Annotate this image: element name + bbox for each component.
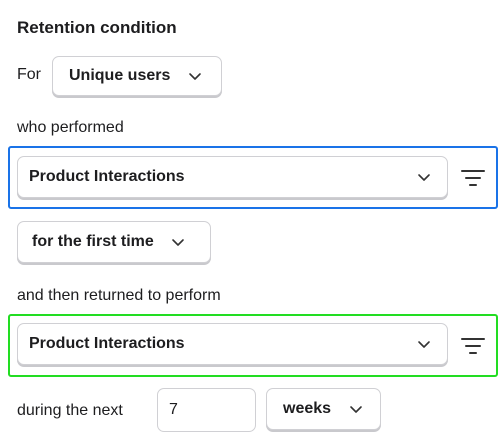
period-unit-select[interactable]: weeks bbox=[266, 388, 381, 430]
chevron-down-icon bbox=[417, 173, 431, 182]
chevron-down-icon bbox=[417, 340, 431, 349]
return-event-select[interactable]: Product Interactions bbox=[17, 323, 448, 365]
user-type-select-label: Unique users bbox=[69, 67, 171, 84]
chevron-down-icon bbox=[171, 238, 185, 247]
returned-label: and then returned to perform bbox=[17, 287, 221, 304]
occurrence-select-label: for the first time bbox=[32, 233, 154, 250]
period-value: 7 bbox=[169, 401, 178, 418]
who-performed-label: who performed bbox=[17, 119, 124, 136]
section-title: Retention condition bbox=[17, 18, 177, 37]
for-label: For bbox=[17, 66, 41, 83]
filter-icon[interactable] bbox=[461, 168, 485, 188]
during-label: during the next bbox=[17, 402, 123, 419]
occurrence-select[interactable]: for the first time bbox=[17, 221, 211, 263]
chevron-down-icon bbox=[188, 72, 202, 81]
period-value-input[interactable]: 7 bbox=[157, 388, 256, 432]
first-event-select[interactable]: Product Interactions bbox=[17, 156, 448, 198]
user-type-select[interactable]: Unique users bbox=[52, 56, 222, 96]
filter-icon[interactable] bbox=[461, 336, 485, 356]
return-event-select-label: Product Interactions bbox=[29, 335, 185, 352]
first-event-select-label: Product Interactions bbox=[29, 168, 185, 185]
chevron-down-icon bbox=[349, 405, 363, 414]
period-unit-select-label: weeks bbox=[283, 400, 332, 417]
